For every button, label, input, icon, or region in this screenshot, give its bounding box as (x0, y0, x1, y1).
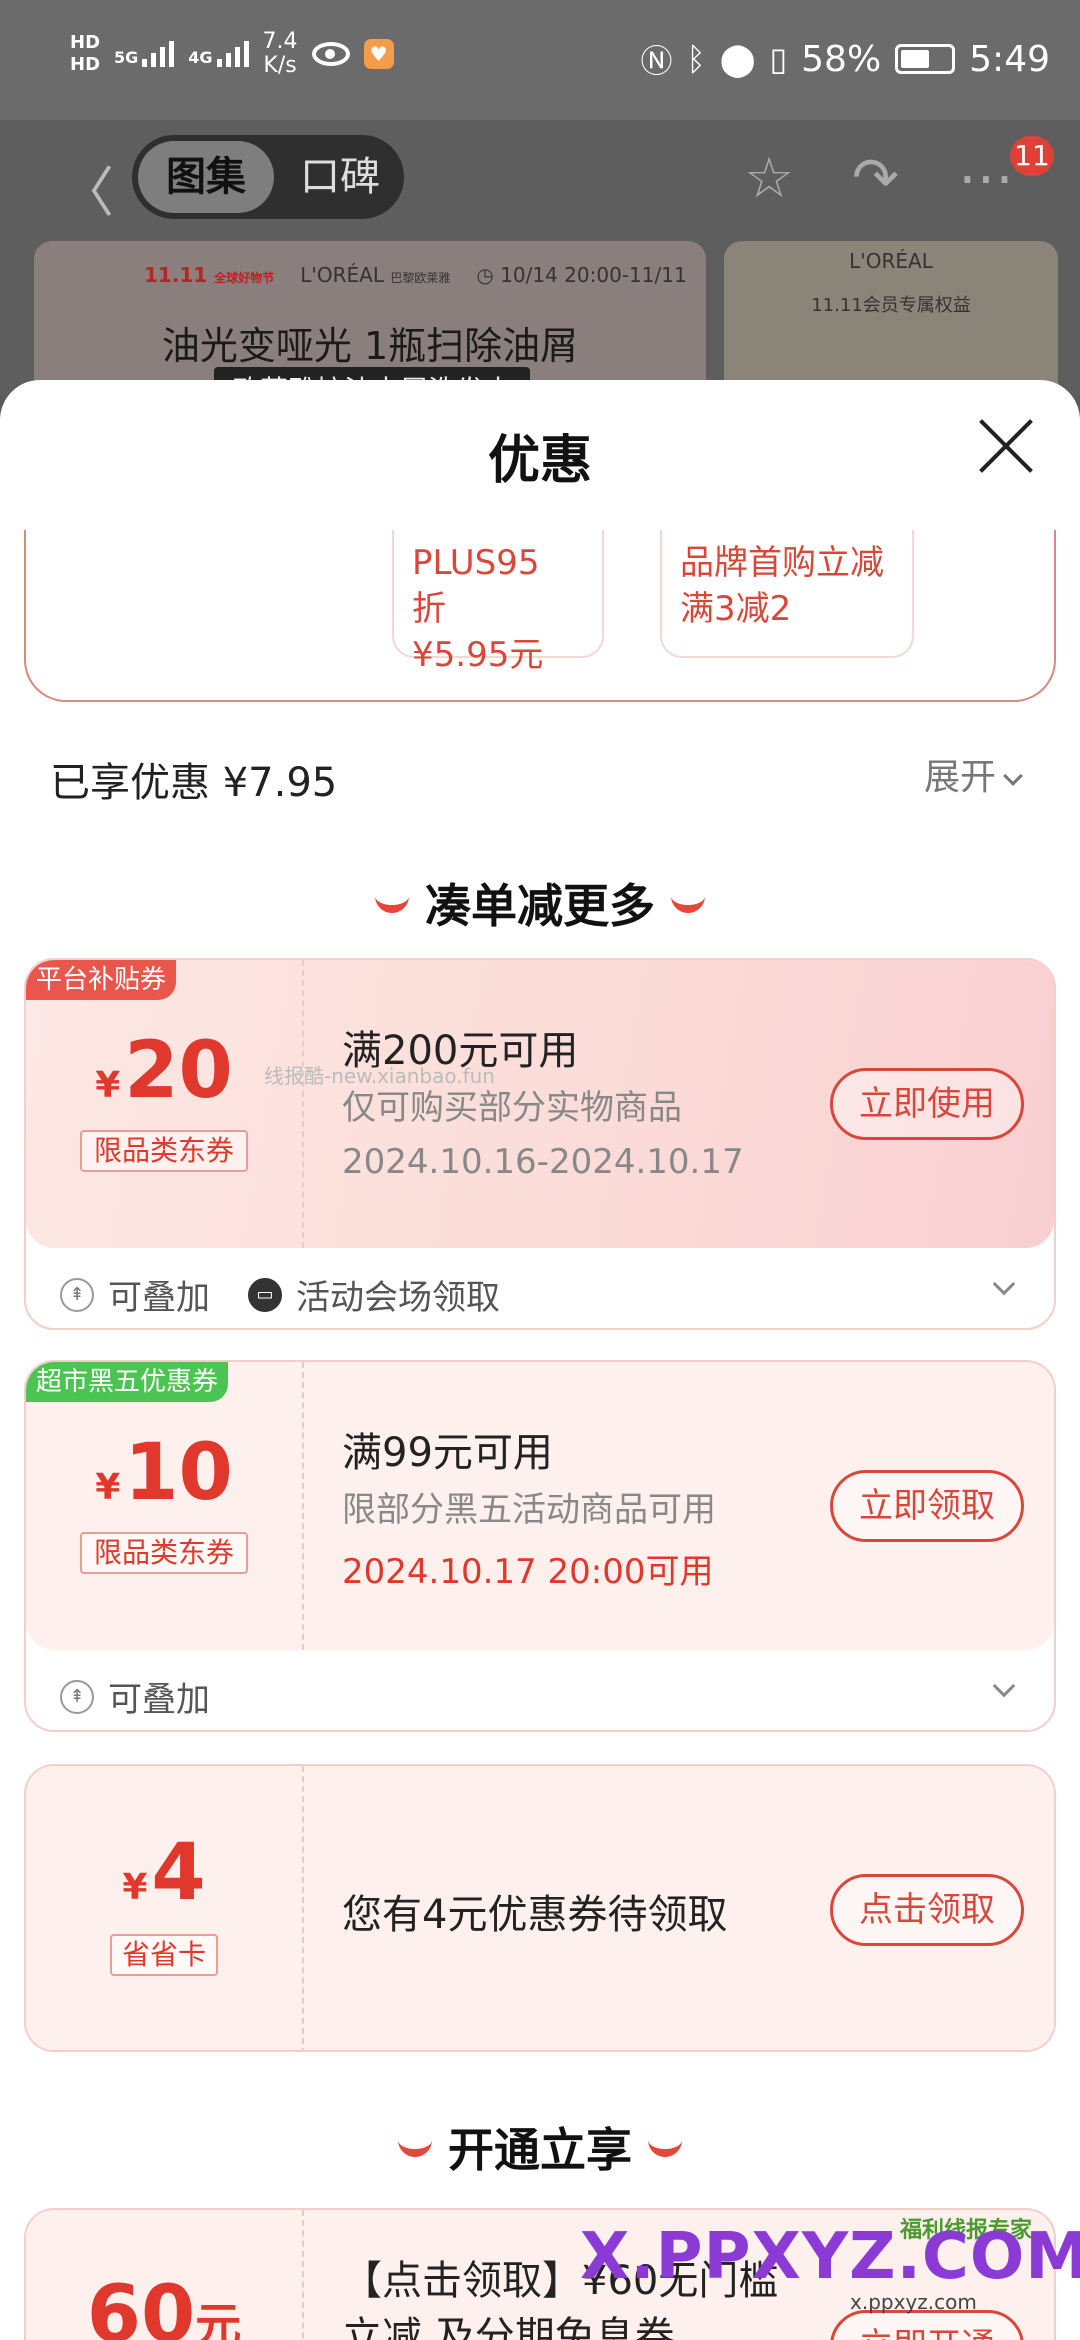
use-now-button[interactable]: 立即使用 (830, 1068, 1024, 1140)
coupon-date: 2024.10.16-2024.10.17 (342, 1142, 744, 1182)
signal-4g-icon: 4G (188, 41, 249, 67)
coupon-tag: 平台补贴券 (26, 960, 177, 1000)
vibrate-icon: ▯ (769, 40, 788, 78)
coupon-main: 超市黑五优惠券 ¥10 限品类东券 满99元可用 限部分黑五活动商品可用 202… (26, 1362, 1054, 1650)
location-icon: ⬤ (719, 40, 756, 78)
clock: 5:49 (969, 38, 1050, 80)
chevron-down-icon (1003, 766, 1023, 786)
sheet-title: 优惠 (487, 431, 592, 491)
coupon-amount: ¥10 (95, 1428, 233, 1518)
tab-reviews[interactable]: 口碑 (282, 141, 398, 213)
coupon-type: 限品类东券 (80, 1130, 248, 1172)
back-arrow-icon[interactable]: 〈 (60, 148, 114, 227)
promo-period: ◷ 10/14 20:00-11/11 (476, 263, 687, 287)
app-notification-icon: ♥ (363, 39, 394, 69)
discount-sheet: 优惠 PLUS95 折 ¥5.95元 品牌首购立减 满3减2 已享优惠 ¥7.9… (0, 380, 1080, 2340)
event-logo: 11.11 全球好物节 (144, 263, 275, 287)
top-nav-bar: 〈 图集 口碑 ☆ ↷ ⋯ 11 (0, 120, 1080, 235)
coupon-condition: 满99元可用 (342, 1430, 553, 1476)
watermark-text: 线报酷-new.xianbao.fun (264, 1064, 495, 1088)
brand-logo: L'ORÉAL 巴黎欧莱雅 (300, 263, 451, 287)
nfc-icon: Ⓝ (640, 42, 673, 80)
expand-button[interactable]: 展开 (924, 748, 1023, 800)
coupon-footer[interactable]: ⇞ 可叠加 ▭ 活动会场领取 (26, 1248, 1054, 1328)
smile-decor-icon (375, 895, 409, 913)
venue-label: ▭ 活动会场领取 (248, 1270, 500, 1319)
stack-icon: ⇞ (60, 1277, 94, 1312)
coupon-amount: ¥20 (95, 1026, 233, 1116)
coupon-card: 超市黑五优惠券 ¥10 限品类东券 满99元可用 限部分黑五活动商品可用 202… (24, 1360, 1056, 1732)
coupon-card: ¥4 省省卡 您有4元优惠券待领取 点击领取 (24, 1764, 1056, 2052)
banner-header: 11.11 全球好物节 L'ORÉAL 巴黎欧莱雅 ◷ 10/14 20:00-… (144, 263, 687, 287)
coupon-tag: 超市黑五优惠券 (26, 1362, 229, 1402)
chevron-down-icon[interactable] (992, 1272, 1016, 1296)
banner2-title: 11.11会员专属权益 (811, 295, 971, 316)
section-heading-membership: 开通立享 (0, 2114, 1080, 2180)
coupon-card: 平台补贴券 ¥20 限品类东券 满200元可用 仅可购买部分实物商品 2024.… (24, 958, 1056, 1330)
battery-icon (895, 44, 956, 74)
coupon-amount: ¥4 (122, 1828, 206, 1918)
coupon-date: 2024.10.17 20:00可用 (342, 1552, 714, 1592)
coupon-condition-line2: 立减 及分期免息券 (342, 2314, 675, 2340)
coupon-main: ¥4 省省卡 您有4元优惠券待领取 点击领取 (26, 1766, 1054, 2050)
ticket-icon: ▭ (248, 1277, 282, 1312)
eye-comfort-icon (311, 42, 350, 66)
more-dots-icon[interactable]: ⋯ (958, 146, 1014, 211)
smile-decor-icon (671, 895, 705, 913)
view-switcher: 图集 口碑 (132, 135, 404, 219)
tab-gallery[interactable]: 图集 (138, 141, 274, 213)
product-gallery: 11.11 全球好物节 L'ORÉAL 巴黎欧莱雅 ◷ 10/14 20:00-… (0, 235, 1080, 411)
smile-decor-icon (648, 2139, 682, 2157)
enjoyed-discount: 已享优惠 ¥7.95 (50, 760, 338, 806)
share-icon[interactable]: ↷ (852, 146, 899, 211)
coupon-amount: 60元 (86, 2270, 242, 2340)
status-bar: HD HD 5G 4G 7.4 K/s ♥ Ⓝ ᛒ ⬤ ▯ 58% 5:49 (0, 0, 1080, 120)
watermark-url: x.ppxyz.com (850, 2290, 977, 2314)
applied-discounts-box: PLUS95 折 ¥5.95元 品牌首购立减 满3减2 (24, 530, 1056, 702)
coupon-type: 省省卡 (110, 1934, 218, 1976)
close-icon[interactable] (976, 416, 1036, 476)
click-claim-button[interactable]: 点击领取 (830, 1874, 1024, 1946)
section-heading-bundle: 凑单减更多 (0, 870, 1080, 936)
stackable-label: ⇞ 可叠加 (60, 1672, 210, 1721)
hd-indicator: HD HD (70, 32, 101, 75)
coupon-footer[interactable]: ⇞ 可叠加 (26, 1650, 1054, 1730)
coupon-type: 限品类东券 (80, 1532, 248, 1574)
discount-chip-first-buy[interactable]: 品牌首购立减 满3减2 (660, 530, 914, 658)
coupon-main: 平台补贴券 ¥20 限品类东券 满200元可用 仅可购买部分实物商品 2024.… (26, 960, 1054, 1248)
chevron-down-icon[interactable] (992, 1674, 1016, 1698)
status-left: HD HD 5G 4G 7.4 K/s ♥ (70, 30, 394, 78)
smile-decor-icon (398, 2139, 432, 2157)
watermark-logo: X.PPXYZ.COM (580, 2220, 1080, 2294)
stack-icon: ⇞ (60, 1679, 94, 1714)
favorite-star-icon[interactable]: ☆ (744, 146, 794, 211)
stackable-label: ⇞ 可叠加 (60, 1270, 210, 1319)
discount-chip-plus[interactable]: PLUS95 折 ¥5.95元 (392, 530, 604, 675)
status-right: Ⓝ ᛒ ⬤ ▯ 58% 5:49 (641, 36, 1051, 82)
banner2-brand: L'ORÉAL (849, 249, 933, 273)
battery-percent: 58% (801, 38, 882, 80)
coupon-condition: 您有4元优惠券待领取 (342, 1892, 728, 1938)
claim-now-button[interactable]: 立即领取 (830, 1470, 1024, 1542)
battery-level-fill (901, 50, 929, 68)
network-speed: 7.4 K/s (262, 29, 298, 78)
bluetooth-icon: ᛒ (686, 40, 706, 78)
more-badge: 11 (1010, 136, 1054, 176)
coupon-description: 限部分黑五活动商品可用 (342, 1490, 716, 1530)
banner-title: 油光变哑光 1瓶扫除油屑 (161, 324, 579, 368)
signal-5g-icon: 5G (114, 41, 175, 67)
activate-now-button[interactable]: 立即开通 (830, 2310, 1024, 2340)
